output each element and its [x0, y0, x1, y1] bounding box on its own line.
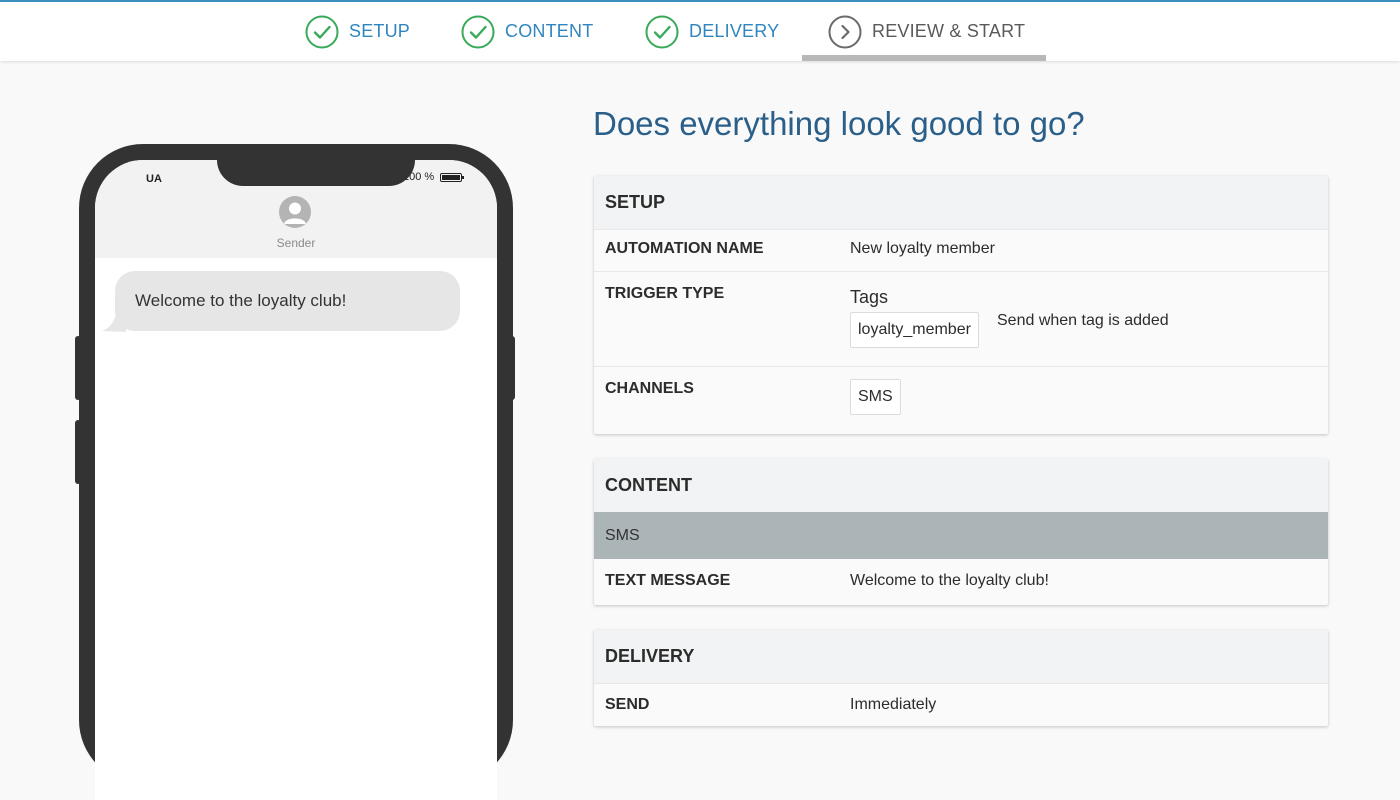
channels-label: CHANNELS: [605, 380, 694, 397]
trigger-type-label: TRIGGER TYPE: [605, 285, 725, 302]
step-label: SETUP: [349, 21, 411, 41]
step-label: CONTENT: [505, 21, 594, 41]
check-circle-icon: [645, 15, 679, 49]
phone-notch: [217, 160, 415, 186]
channels-row: CHANNELS SMS: [594, 366, 1328, 435]
step-label: REVIEW & START: [872, 21, 1026, 41]
sender-name: Sender: [276, 236, 316, 250]
step-delivery[interactable]: DELIVERY: [645, 2, 779, 61]
send-value: Immediately: [850, 696, 937, 713]
trigger-condition: Send when tag is added: [997, 312, 1169, 329]
step-review-start[interactable]: REVIEW & START: [828, 2, 1025, 61]
trigger-tag-chip: loyalty_member: [850, 312, 979, 348]
automation-name-label: AUTOMATION NAME: [605, 240, 764, 257]
automation-name-value: New loyalty member: [850, 240, 995, 257]
send-label: SEND: [605, 696, 650, 713]
content-channel-subheading: SMS: [594, 512, 1328, 559]
setup-heading: SETUP: [594, 176, 1328, 229]
step-progress-bar: SETUP CONTENT DELIVERY REVIEW & START: [0, 0, 1400, 61]
message-bubble: Welcome to the loyalty club!: [115, 271, 460, 331]
delivery-heading: DELIVERY: [594, 630, 1328, 683]
active-step-indicator: [802, 55, 1046, 61]
text-message-value: Welcome to the loyalty club!: [850, 572, 1049, 589]
phone-volume-down: [75, 420, 81, 484]
content-summary-card: CONTENT SMS TEXT MESSAGE Welcome to the …: [594, 459, 1328, 605]
text-message-row: TEXT MESSAGE Welcome to the loyalty club…: [594, 559, 1328, 604]
battery-icon: [440, 173, 464, 182]
carrier-label: UA: [146, 173, 162, 185]
check-circle-icon: [305, 15, 339, 49]
trigger-type-kind: Tags: [850, 287, 889, 307]
phone-preview: UA 100 % Sender Welcome to the loyalty c…: [75, 144, 515, 800]
page-title: Does everything look good to go?: [593, 105, 1085, 142]
phone-screen: UA 100 % Sender Welcome to the loyalty c…: [95, 160, 497, 800]
channel-chip: SMS: [850, 379, 901, 415]
avatar-icon: [279, 196, 311, 228]
step-content[interactable]: CONTENT: [461, 2, 593, 61]
send-row: SEND Immediately: [594, 683, 1328, 726]
trigger-type-row: TRIGGER TYPE Tags loyalty_member Send wh…: [594, 271, 1328, 366]
check-circle-icon: [461, 15, 495, 49]
step-label: DELIVERY: [689, 21, 780, 41]
content-heading: CONTENT: [594, 459, 1328, 512]
step-setup[interactable]: SETUP: [305, 2, 410, 61]
text-message-label: TEXT MESSAGE: [605, 572, 731, 589]
automation-name-row: AUTOMATION NAME New loyalty member: [594, 229, 1328, 271]
phone-power-button: [509, 336, 515, 400]
chevron-right-circle-icon: [828, 15, 862, 49]
setup-summary-card: SETUP AUTOMATION NAME New loyalty member…: [594, 176, 1328, 434]
delivery-summary-card: DELIVERY SEND Immediately: [594, 630, 1328, 726]
phone-volume-up: [75, 336, 81, 400]
